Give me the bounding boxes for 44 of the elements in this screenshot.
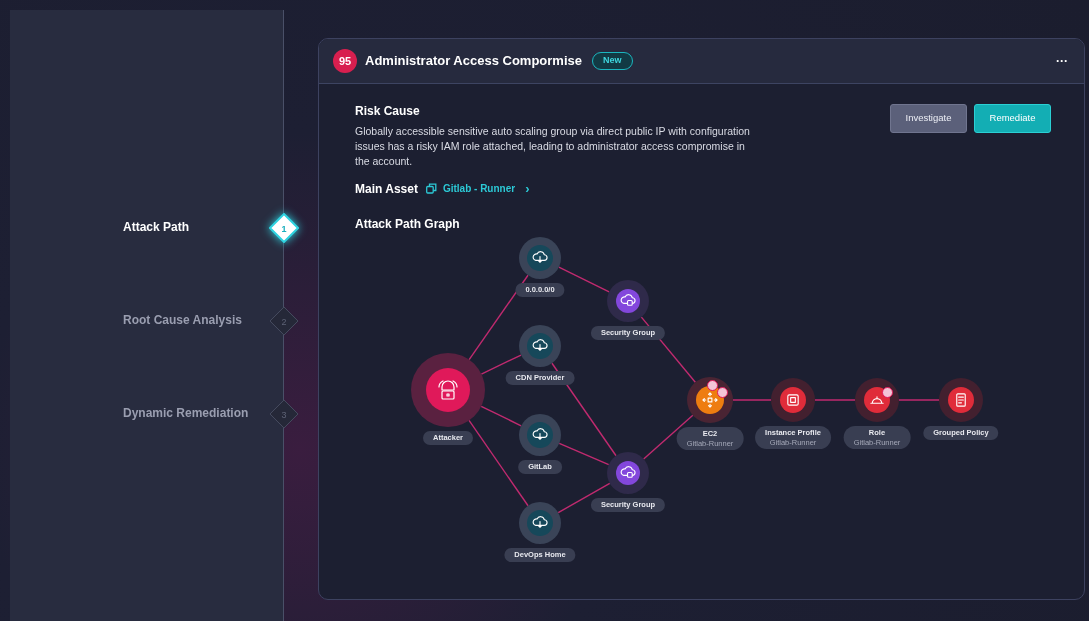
step-marker[interactable]: 1 <box>269 213 299 243</box>
cloud-icon <box>532 337 548 354</box>
connector-line <box>898 398 940 401</box>
cloud-node[interactable] <box>519 324 561 367</box>
more-button[interactable]: ··· <box>1054 52 1070 70</box>
connector-line <box>558 266 610 292</box>
policy-node[interactable] <box>939 377 983 422</box>
attacker-node[interactable] <box>411 352 485 427</box>
alert-badge <box>717 386 728 398</box>
remediate-button[interactable]: Remediate <box>974 104 1051 133</box>
step-label[interactable]: Root Cause Analysis <box>123 311 242 329</box>
status-tag: New <box>592 52 633 70</box>
chip-icon <box>785 391 801 408</box>
alert-badge <box>882 386 893 398</box>
security-group-node[interactable] <box>607 279 649 322</box>
step-label[interactable]: Attack Path <box>123 218 190 236</box>
role-node[interactable] <box>855 377 899 422</box>
risk-description: Globally accessible sensitive auto scaling group via direct public IP with configuration issues has a risky IAM role attached, leading to administrator access compromise in the account. <box>355 124 751 169</box>
cloud-icon <box>532 426 548 443</box>
card-title: Administrator Access Compormise <box>365 52 582 71</box>
server-node[interactable] <box>687 376 733 423</box>
link-icon <box>425 183 437 195</box>
shield-cloud-icon <box>620 292 636 309</box>
chevron-icon[interactable]: › <box>525 179 530 199</box>
main-asset-label: Main Asset <box>355 180 418 198</box>
investigate-button[interactable]: Investigate <box>890 104 967 133</box>
score-badge: 95 <box>333 49 357 73</box>
arrows-icon <box>702 391 718 408</box>
step-label[interactable]: Dynamic Remediation <box>123 404 249 422</box>
cloud-icon <box>532 514 548 531</box>
profile-node[interactable] <box>771 377 815 422</box>
shield-cloud-icon <box>620 464 636 481</box>
asset-link[interactable]: Gitlab - Runner <box>442 181 516 197</box>
cloud-icon <box>532 249 548 266</box>
security-group-node[interactable] <box>607 451 649 494</box>
section-heading: Risk Cause <box>355 103 421 120</box>
connector-line <box>732 398 772 401</box>
cloud-node[interactable] <box>519 413 561 456</box>
alert-badge <box>707 379 718 391</box>
cloud-node[interactable] <box>519 501 561 544</box>
connector-line <box>814 398 856 401</box>
cloud-node[interactable] <box>519 236 561 279</box>
section-heading: Attack Path Graph <box>355 215 461 233</box>
document-icon <box>953 391 969 408</box>
